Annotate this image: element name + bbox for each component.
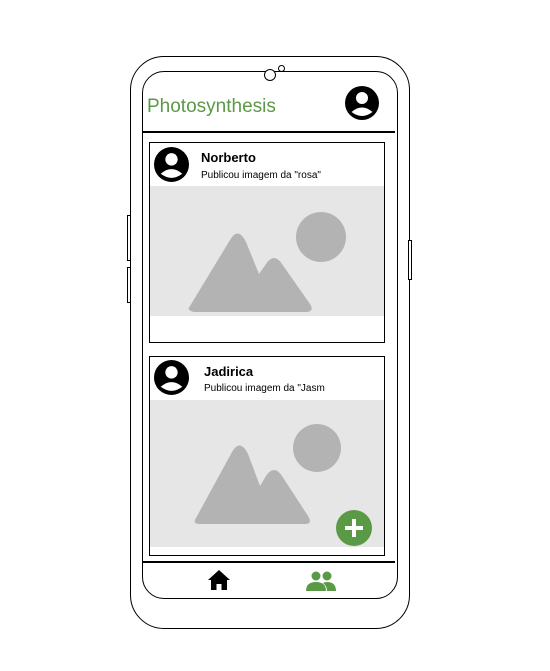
post-author: Jadirica — [204, 364, 254, 379]
author-avatar-icon — [154, 360, 189, 395]
nav-divider — [143, 561, 395, 563]
phone-side-button-left — [127, 215, 131, 261]
add-post-button[interactable] — [336, 510, 372, 546]
post-author: Norberto — [201, 150, 256, 165]
user-avatar-icon[interactable] — [345, 86, 379, 120]
header-divider — [143, 131, 395, 133]
image-placeholder-icon[interactable] — [150, 186, 384, 316]
phone-side-button-right — [408, 240, 412, 280]
post-card[interactable]: Norberto Publicou imagem da "rosa" — [149, 142, 385, 343]
post-caption: Publicou imagem da "Jasm — [204, 383, 325, 394]
people-icon[interactable] — [305, 570, 337, 592]
phone-side-button-left-lower — [127, 267, 131, 303]
author-avatar-icon — [154, 147, 189, 182]
home-icon[interactable] — [207, 569, 231, 591]
front-camera — [264, 69, 276, 81]
app-title: Photosynthesis — [147, 96, 276, 117]
post-caption: Publicou imagem da "rosa" — [201, 170, 321, 181]
camera-sensor — [278, 65, 285, 72]
